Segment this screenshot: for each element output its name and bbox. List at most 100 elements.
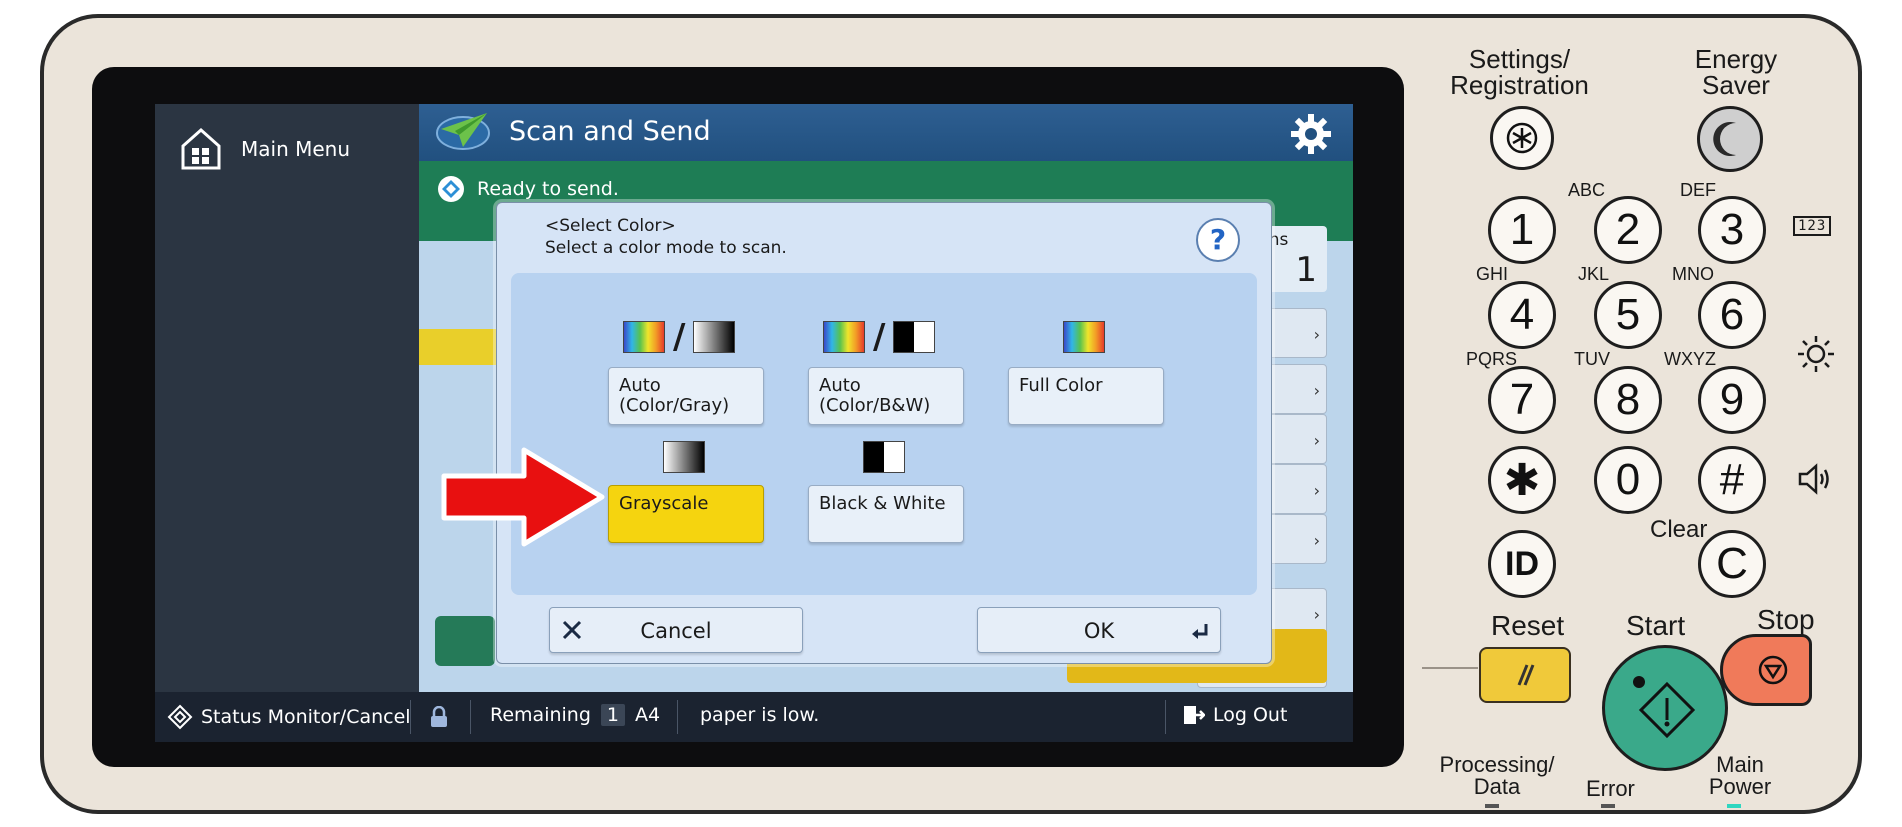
remaining-indicator: Remaining 1 A4 xyxy=(490,704,660,726)
status-diamond-icon xyxy=(167,704,193,730)
gray-swatch-icon xyxy=(663,441,705,473)
lock-icon xyxy=(431,706,447,727)
key-3[interactable]: 3 xyxy=(1698,196,1766,264)
chevron-right-icon: › xyxy=(1313,481,1320,500)
start-button[interactable] xyxy=(1602,645,1728,771)
processing-data-label: Processing/Data xyxy=(1439,752,1555,799)
color-swatch-icon xyxy=(1063,321,1105,353)
black-white-button[interactable]: Black & White xyxy=(808,485,964,543)
key-letters-abc: ABC xyxy=(1568,180,1606,200)
error-led xyxy=(1601,804,1615,808)
ready-status: Ready to send. xyxy=(437,175,619,203)
remaining-label: Remaining xyxy=(490,704,591,726)
key-letters-mno: MNO xyxy=(1672,264,1714,284)
divider xyxy=(677,700,678,734)
reset-label: Reset xyxy=(1491,610,1565,641)
reset-button[interactable] xyxy=(1479,647,1571,703)
option-label: Auto xyxy=(619,375,661,396)
divider-line xyxy=(1422,667,1478,669)
logout-icon xyxy=(1184,706,1205,724)
stop-label: Stop xyxy=(1757,604,1815,635)
processing-led xyxy=(1485,804,1499,808)
logout-button[interactable]: Log Out xyxy=(1183,704,1287,726)
dialog-title-instruction: Select a color mode to scan. xyxy=(545,238,787,258)
help-icon[interactable]: ? xyxy=(1195,217,1241,263)
brightness-icon[interactable] xyxy=(1796,334,1836,374)
option-label: (Color/Gray) xyxy=(619,395,730,416)
auto-color-bw-swatches: / xyxy=(823,317,936,357)
key-4[interactable]: 4 xyxy=(1488,281,1556,349)
energy-saver-button[interactable] xyxy=(1697,106,1763,172)
grayscale-swatches xyxy=(663,441,705,473)
slash-icon: / xyxy=(873,317,886,357)
option-label: Auto xyxy=(819,375,861,396)
clear-button[interactable]: C xyxy=(1698,530,1766,598)
key-6[interactable]: 6 xyxy=(1698,281,1766,349)
ok-button[interactable]: OK xyxy=(977,607,1221,653)
chevron-right-icon: › xyxy=(1313,381,1320,400)
color-swatch-icon xyxy=(623,321,665,353)
key-letters-def: DEF xyxy=(1680,180,1716,200)
bw-swatch-icon xyxy=(893,321,936,353)
full-color-swatches xyxy=(1063,321,1105,353)
status-bar: Status Monitor/Cancel Remaining 1 A4 pap… xyxy=(155,692,1353,742)
paper-low-message: paper is low. xyxy=(700,704,820,726)
error-label: Error xyxy=(1586,776,1635,801)
gear-icon[interactable] xyxy=(1289,112,1333,156)
sidebar: Main Menu xyxy=(155,104,419,692)
moon-icon xyxy=(1713,122,1736,156)
stop-button[interactable] xyxy=(1720,634,1812,706)
cancel-label: Cancel xyxy=(640,619,712,643)
key-2[interactable]: 2 xyxy=(1594,196,1662,264)
ready-diamond-icon xyxy=(438,176,464,202)
status-monitor-button[interactable]: Status Monitor/Cancel xyxy=(167,704,411,730)
option-label: Grayscale xyxy=(619,493,709,514)
key-9[interactable]: 9 xyxy=(1698,366,1766,434)
background-left-button[interactable] xyxy=(435,616,495,666)
key-star[interactable]: ✱ xyxy=(1488,446,1556,514)
svg-text:?: ? xyxy=(1210,223,1226,256)
grayscale-button[interactable]: Grayscale xyxy=(608,485,764,543)
ok-label: OK xyxy=(1083,619,1115,643)
main-power-led xyxy=(1727,804,1741,808)
key-8[interactable]: 8 xyxy=(1594,366,1662,434)
chevron-right-icon: › xyxy=(1313,325,1320,344)
clear-label: Clear xyxy=(1650,516,1708,543)
chevron-right-icon: › xyxy=(1313,605,1320,624)
volume-icon[interactable] xyxy=(1796,462,1836,496)
numeric-mode-badge: 123 xyxy=(1793,216,1832,236)
auto-color-gray-button[interactable]: Auto (Color/Gray) xyxy=(608,367,764,425)
status-monitor-label: Status Monitor/Cancel xyxy=(201,706,411,728)
key-1[interactable]: 1 xyxy=(1488,196,1556,264)
divider xyxy=(1165,700,1166,734)
enter-icon xyxy=(1192,624,1208,639)
main-menu-label: Main Menu xyxy=(241,137,351,161)
color-options-panel: / Auto (Color/Gray) / Auto (Color/B&W) F… xyxy=(511,273,1257,595)
divider xyxy=(470,700,471,734)
send-plane-icon xyxy=(436,113,490,150)
key-letters-jkl: JKL xyxy=(1578,264,1610,284)
main-menu-button[interactable]: Main Menu xyxy=(179,126,350,172)
color-swatch-icon xyxy=(823,321,865,353)
key-letters-ghi: GHI xyxy=(1476,264,1509,284)
settings-button[interactable] xyxy=(1490,106,1554,170)
option-label: Black & White xyxy=(819,493,946,514)
chevron-right-icon: › xyxy=(1313,531,1320,550)
id-button[interactable]: ID xyxy=(1488,530,1556,598)
option-label: Full Color xyxy=(1019,375,1103,396)
remaining-count: 1 xyxy=(600,704,625,726)
cancel-button[interactable]: Cancel xyxy=(549,607,803,653)
full-color-button[interactable]: Full Color xyxy=(1008,367,1164,425)
energy-saver-label: Energy Saver xyxy=(1694,44,1778,100)
red-arrow-icon xyxy=(441,447,605,547)
select-color-dialog: <Select Color> Select a color mode to sc… xyxy=(496,202,1272,664)
start-label: Start xyxy=(1626,610,1686,641)
paper-size: A4 xyxy=(635,704,661,726)
key-0[interactable]: 0 xyxy=(1594,446,1662,514)
key-hash[interactable]: # xyxy=(1698,446,1766,514)
auto-color-bw-button[interactable]: Auto (Color/B&W) xyxy=(808,367,964,425)
app-header: Scan and Send xyxy=(419,104,1353,161)
key-7[interactable]: 7 xyxy=(1488,366,1556,434)
key-5[interactable]: 5 xyxy=(1594,281,1662,349)
destinations-count: 1 xyxy=(1295,250,1317,290)
